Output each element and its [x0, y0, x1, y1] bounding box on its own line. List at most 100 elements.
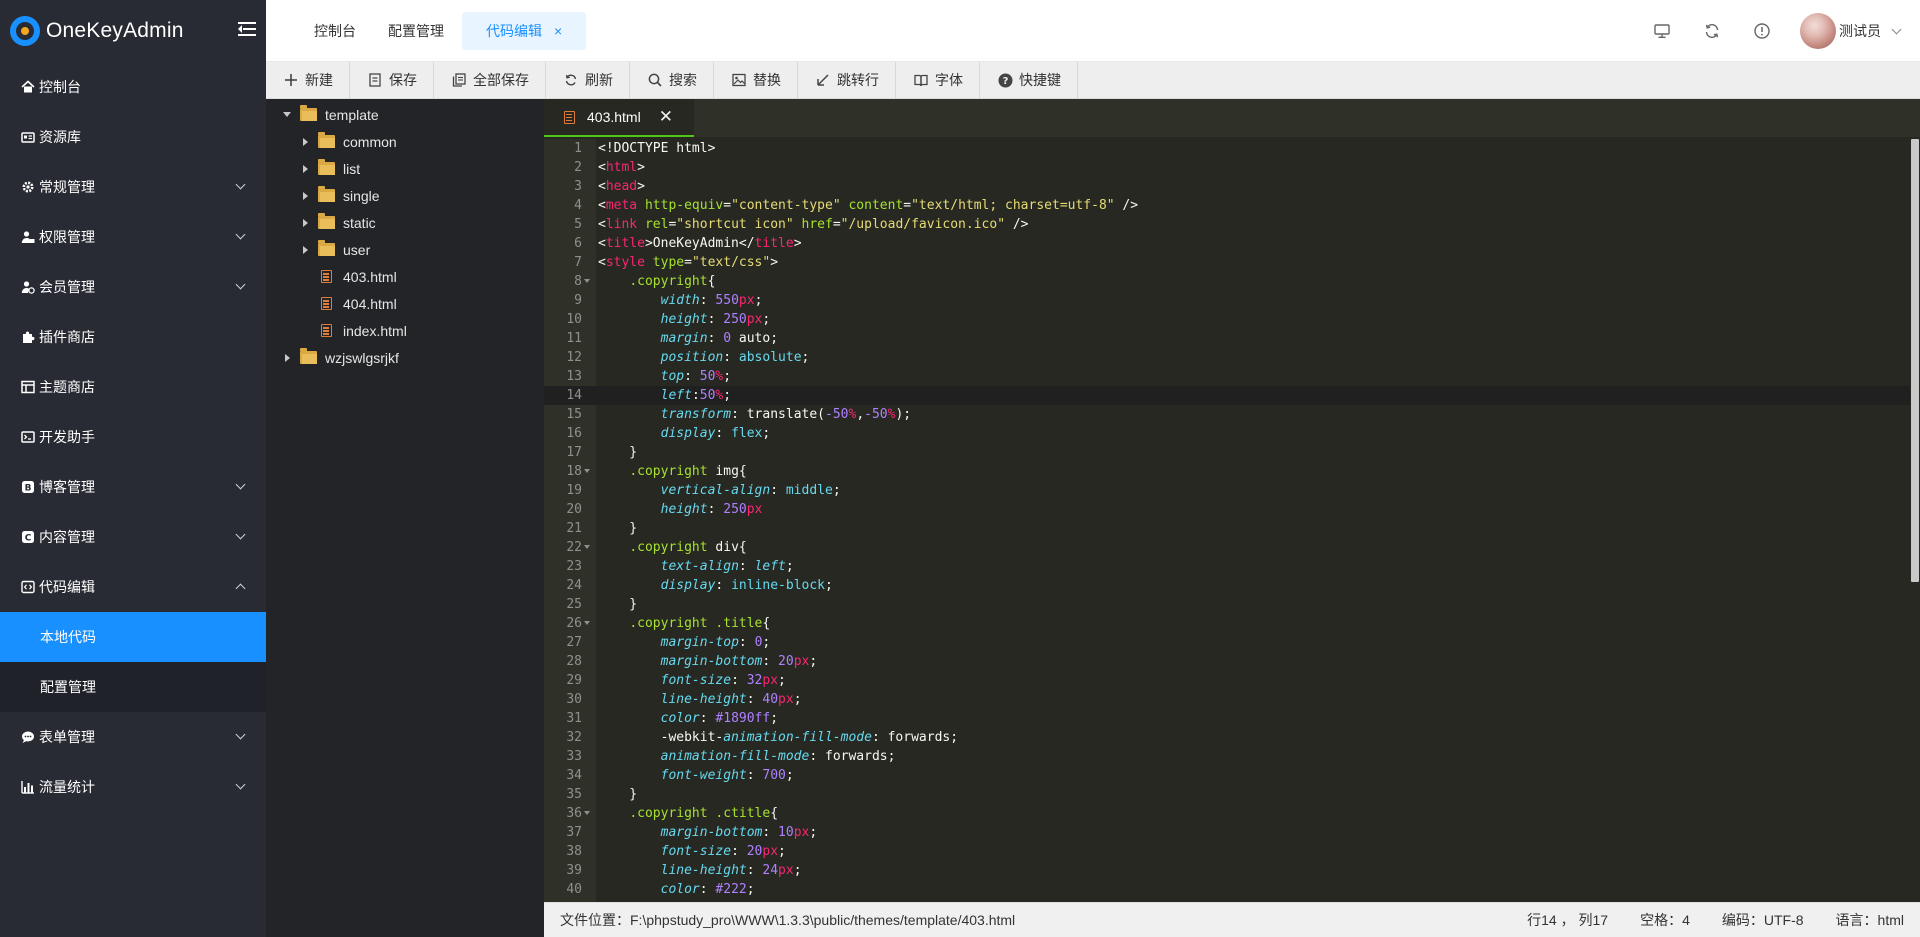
toolbar-button-7[interactable]: 字体: [896, 61, 980, 99]
scrollbar-thumb[interactable]: [1911, 139, 1919, 582]
toolbar-button-2[interactable]: 全部保存: [434, 61, 546, 99]
sidebar-item-11[interactable]: 表单管理: [0, 712, 266, 762]
info-icon[interactable]: [1752, 21, 1772, 41]
caret-right-icon[interactable]: [280, 353, 294, 362]
toolbar-button-label: 刷新: [585, 72, 613, 88]
sidebar-subitem-0[interactable]: 本地代码: [0, 612, 266, 662]
chevron-up-icon: [235, 583, 246, 594]
fold-toggle-icon[interactable]: [584, 279, 590, 283]
close-icon[interactable]: ×: [554, 23, 562, 39]
code-line: 40 color: #222;: [544, 880, 1910, 899]
folder-icon: [318, 159, 335, 175]
code-line: 15 transform: translate(-50%,-50%);: [544, 405, 1910, 424]
code-text: color: #1890ff;: [660, 711, 779, 726]
collapse-menu-icon[interactable]: [238, 21, 256, 37]
code-text: animation-fill-mode: forwards;: [660, 749, 896, 764]
header-actions: 测试员: [1622, 0, 1902, 62]
sidebar-item-10[interactable]: 代码编辑: [0, 562, 266, 612]
line-number: 8: [574, 274, 582, 289]
tree-node-4[interactable]: static: [298, 209, 376, 236]
folder-icon: [300, 105, 317, 121]
sidebar-item-1[interactable]: 资源库: [0, 112, 266, 162]
tree-node-9[interactable]: wzjswlgsrjkf: [280, 344, 399, 371]
fold-toggle-icon[interactable]: [584, 469, 590, 473]
sidebar-item-label: 代码编辑: [39, 579, 95, 595]
sidebar: OneKeyAdmin 控制台 资源库 常规管理 权限管理 会员管理 插件商店 主题商店 开发…: [0, 0, 266, 937]
toolbar-button-3[interactable]: 刷新: [546, 61, 630, 99]
tree-node-5[interactable]: user: [298, 236, 370, 263]
line-number: 9: [574, 293, 582, 308]
sidebar-item-2[interactable]: 常规管理: [0, 162, 266, 212]
code-line: 38 font-size: 20px;: [544, 842, 1910, 861]
line-number: 18: [566, 464, 582, 479]
sidebar-subitem-1[interactable]: 配置管理: [0, 662, 266, 712]
monitor-icon[interactable]: [1652, 21, 1672, 41]
tree-node-0[interactable]: template: [280, 101, 379, 128]
tree-node-1[interactable]: common: [298, 128, 397, 155]
sidebar-item-3[interactable]: 权限管理: [0, 212, 266, 262]
line-number: 7: [574, 255, 582, 270]
vertical-scrollbar[interactable]: [1910, 139, 1920, 902]
sidebar-item-0[interactable]: 控制台: [0, 62, 266, 112]
toolbar-button-4[interactable]: 搜索: [630, 61, 714, 99]
code-line: 25 }: [544, 595, 1910, 614]
tree-node-2[interactable]: list: [298, 155, 360, 182]
line-number: 11: [566, 331, 582, 346]
top-header: 控制台 配置管理 代码编辑 × 测试员: [266, 0, 1920, 62]
sidebar-item-9[interactable]: C 内容管理: [0, 512, 266, 562]
code-line: 33 animation-fill-mode: forwards;: [544, 747, 1910, 766]
caret-right-icon[interactable]: [298, 137, 312, 146]
code-text: <html>: [598, 160, 645, 175]
caret-right-icon[interactable]: [298, 245, 312, 254]
tree-node-3[interactable]: single: [298, 182, 380, 209]
code-text: <style type="text/css">: [598, 255, 779, 270]
code-line: 23 text-align: left;: [544, 557, 1910, 576]
sidebar-item-8[interactable]: B 博客管理: [0, 462, 266, 512]
toolbar-button-1[interactable]: 保存: [350, 61, 434, 99]
caret-down-icon[interactable]: [280, 112, 294, 117]
sidebar-item-label: 主题商店: [39, 379, 95, 395]
sidebar-item-12[interactable]: 流量统计: [0, 762, 266, 812]
code-text: font-size: 32px;: [660, 673, 786, 688]
code-text: -webkit-animation-fill-mode: forwards;: [598, 730, 959, 745]
caret-right-icon[interactable]: [298, 191, 312, 200]
header-tab-2[interactable]: 代码编辑 ×: [462, 12, 587, 50]
fold-toggle-icon[interactable]: [584, 811, 590, 815]
tree-node-8[interactable]: index.html: [298, 317, 407, 344]
fold-toggle-icon[interactable]: [584, 545, 590, 549]
caret-right-icon[interactable]: [298, 164, 312, 173]
sidebar-item-5[interactable]: 插件商店: [0, 312, 266, 362]
fold-toggle-icon[interactable]: [584, 621, 590, 625]
code-line: 20 height: 250px: [544, 500, 1910, 519]
avatar[interactable]: [1800, 13, 1836, 49]
editor-tab-403[interactable]: 403.html ✕: [544, 99, 694, 137]
svg-text:C: C: [25, 534, 32, 544]
line-number: 20: [566, 502, 582, 517]
toolbar-button-label: 跳转行: [837, 72, 879, 88]
refresh-icon[interactable]: [1702, 21, 1722, 41]
tree-node-7[interactable]: 404.html: [298, 290, 397, 317]
tree-node-6[interactable]: 403.html: [298, 263, 397, 290]
code-line: 8 .copyright{: [544, 272, 1910, 291]
code-area[interactable]: 1 <!DOCTYPE html> 2 <html> 3 <head> 4 <meta htt…: [544, 139, 1920, 902]
header-tab-0[interactable]: 控制台: [300, 12, 370, 50]
user-name[interactable]: 测试员: [1839, 21, 1881, 41]
chevron-down-icon[interactable]: [1891, 24, 1902, 34]
code-line: 21 }: [544, 519, 1910, 538]
toolbar-button-8[interactable]: ? 快捷键: [980, 61, 1078, 99]
editor-tab-label: 403.html: [587, 109, 641, 125]
header-tab-1[interactable]: 配置管理: [374, 12, 458, 50]
home-icon: [20, 79, 36, 95]
sidebar-item-6[interactable]: 主题商店: [0, 362, 266, 412]
code-text: margin-bottom: 20px;: [660, 654, 818, 669]
sidebar-item-4[interactable]: 会员管理: [0, 262, 266, 312]
code-text: <title>OneKeyAdmin</title>: [598, 236, 802, 251]
close-icon[interactable]: ✕: [659, 107, 673, 127]
code-text: top: 50%;: [660, 369, 732, 384]
sidebar-item-7[interactable]: 开发助手: [0, 412, 266, 462]
replace-icon: [731, 72, 747, 88]
caret-right-icon[interactable]: [298, 218, 312, 227]
toolbar-button-0[interactable]: 新建: [266, 61, 350, 99]
toolbar-button-5[interactable]: 替换: [714, 61, 798, 99]
toolbar-button-6[interactable]: 跳转行: [798, 61, 896, 99]
